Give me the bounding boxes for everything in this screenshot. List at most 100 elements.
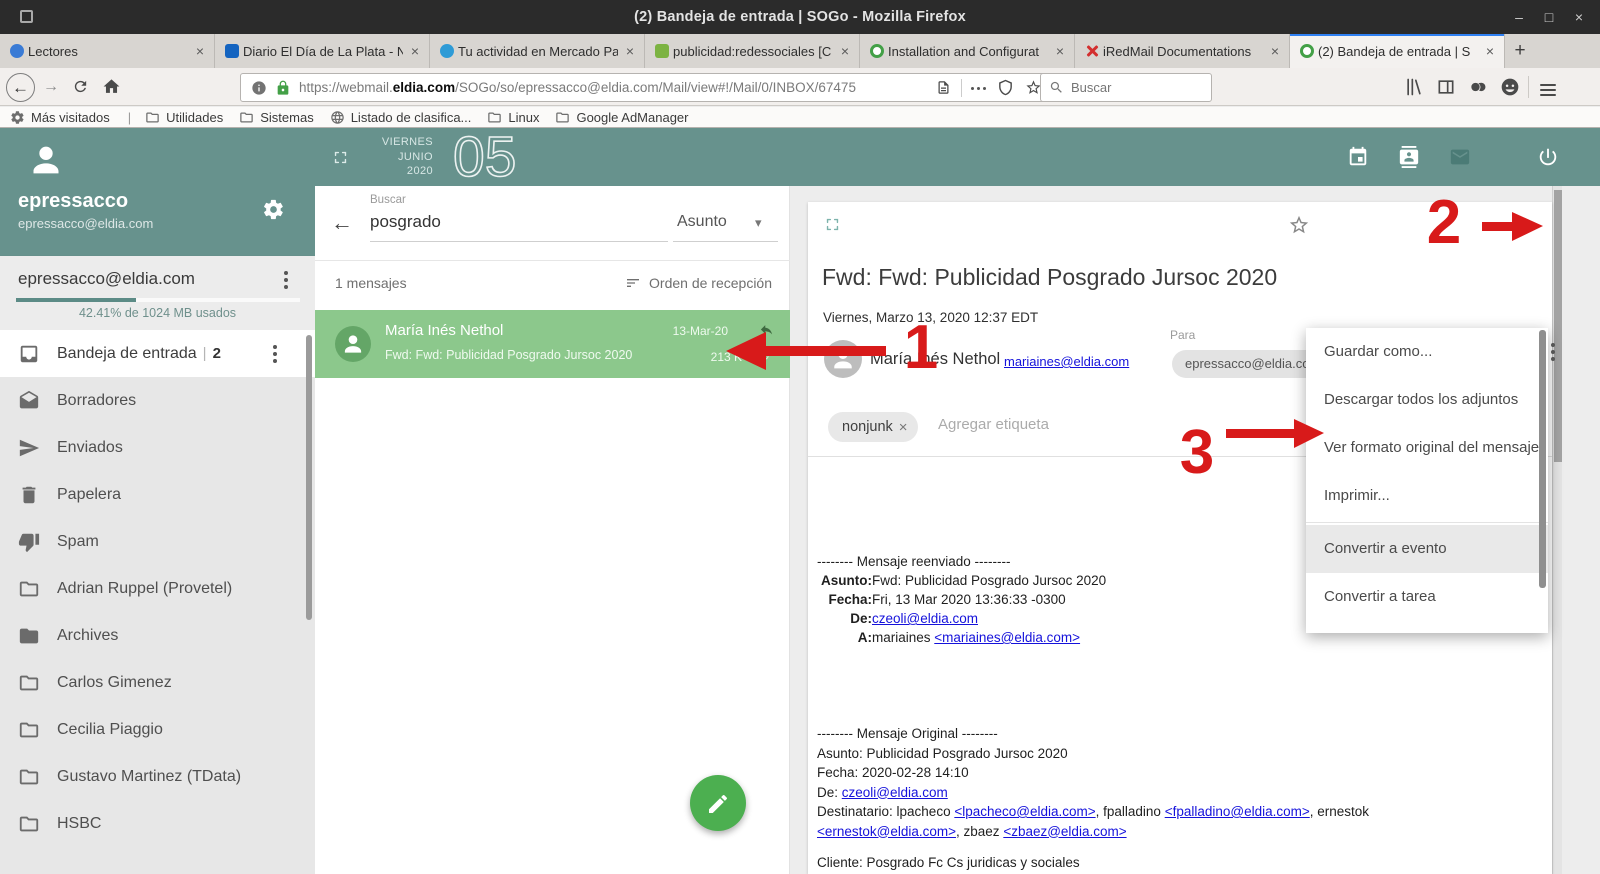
menu-item-descargar[interactable]: Descargar todos los adjuntos — [1306, 376, 1548, 424]
sidebar-item-carlos[interactable]: Carlos Gimenez — [0, 659, 315, 706]
tab-iredmail[interactable]: iRedMail Documentations× — [1075, 34, 1290, 68]
gear-icon — [10, 110, 25, 125]
settings-gear-icon[interactable] — [262, 198, 285, 221]
email-link[interactable]: <ernestok@eldia.com> — [817, 824, 956, 839]
tab-close-icon[interactable]: × — [622, 43, 638, 59]
sidebar-item-gustavo[interactable]: Gustavo Martinez (TData) — [0, 753, 315, 800]
menu-item-guardar[interactable]: Guardar como... — [1306, 328, 1548, 376]
tag-chip[interactable]: nonjunk × — [828, 412, 918, 442]
calendar-icon[interactable] — [1347, 146, 1369, 168]
menu-item-convertir-evento[interactable]: Convertir a evento — [1306, 525, 1548, 573]
user-email: epressacco@eldia.com — [18, 216, 153, 231]
compose-button[interactable] — [690, 775, 746, 831]
folder-icon — [18, 719, 40, 741]
star-icon[interactable] — [1288, 214, 1310, 236]
expand-icon[interactable] — [824, 216, 841, 233]
email-link[interactable]: <mariaines@eldia.com> — [934, 630, 1080, 645]
sidebar-item-archives[interactable]: Archives — [0, 612, 315, 659]
sidebars-icon[interactable] — [1436, 77, 1456, 97]
search-filter-select[interactable]: Asunto — [677, 213, 727, 231]
sidebar-item-inbox[interactable]: Bandeja de entrada | 2 — [0, 330, 315, 377]
new-tab-button[interactable]: + — [1505, 34, 1535, 68]
email-link[interactable]: <zbaez@eldia.com> — [1003, 824, 1126, 839]
sender-avatar-icon — [335, 326, 371, 362]
maximize-button[interactable]: □ — [1534, 0, 1564, 34]
sidebar-item-adrian[interactable]: Adrian Ruppel (Provetel) — [0, 565, 315, 612]
mail-icon[interactable] — [1449, 146, 1471, 168]
sidebar-item-hsbc[interactable]: HSBC — [0, 800, 315, 847]
expand-icon[interactable] — [332, 149, 349, 166]
contacts-icon[interactable] — [1398, 146, 1420, 168]
account-email[interactable]: epressacco@eldia.com — [18, 269, 195, 289]
message-list-item-selected[interactable]: María Inés Nethol Fwd: Fwd: Publicidad P… — [315, 310, 790, 378]
tab-close-icon[interactable]: × — [837, 43, 853, 59]
add-tag-input[interactable] — [938, 416, 1158, 433]
tab-favicon — [1085, 44, 1099, 58]
tab-mercado[interactable]: Tu actividad en Mercado Pa× — [430, 34, 645, 68]
sidebar-scrollbar[interactable] — [306, 335, 312, 620]
url-bar[interactable]: https://webmail.eldia.com/SOGo/so/epress… — [240, 73, 1053, 102]
email-link[interactable]: czeoli@eldia.com — [872, 609, 978, 628]
bookmark-admanager[interactable]: Google AdManager — [555, 110, 688, 125]
tab-publicidad[interactable]: publicidad:redessociales [C× — [645, 34, 860, 68]
tab-lectores[interactable]: Lectores× — [0, 34, 215, 68]
sidebar-item-spam[interactable]: Spam — [0, 518, 315, 565]
minimize-button[interactable]: – — [1504, 0, 1534, 34]
email-link[interactable]: czeoli@eldia.com — [842, 785, 948, 800]
scrollbar-thumb[interactable] — [1554, 190, 1562, 462]
sender-email-link[interactable]: mariaines@eldia.com — [1004, 354, 1129, 369]
reader-mode-icon[interactable] — [936, 80, 951, 95]
sidebar-item-borradores[interactable]: Borradores — [0, 377, 315, 424]
account-menu-icon[interactable] — [284, 278, 288, 282]
sort-control[interactable]: Orden de recepción — [625, 275, 772, 291]
divider — [673, 241, 778, 242]
mail-search-input[interactable] — [370, 212, 666, 232]
tab-close-icon[interactable]: × — [1482, 43, 1498, 59]
library-icon[interactable] — [1404, 77, 1424, 97]
bookmark-listado[interactable]: Listado de clasifica... — [330, 110, 472, 125]
sidebar-item-enviados[interactable]: Enviados — [0, 424, 315, 471]
home-icon[interactable] — [102, 77, 121, 96]
tag-close-icon[interactable]: × — [899, 419, 908, 436]
back-button[interactable]: ← — [6, 73, 35, 102]
back-arrow-icon[interactable]: ← — [331, 210, 353, 236]
pane-scrollbar[interactable] — [1552, 186, 1562, 874]
menu-item-ver-formato[interactable]: Ver formato original del mensaje — [1306, 424, 1548, 472]
menu-scrollbar[interactable] — [1539, 330, 1546, 588]
pocket-icon[interactable] — [997, 79, 1014, 96]
folder-menu-icon[interactable] — [273, 352, 277, 356]
tab-favicon — [655, 44, 669, 58]
accounts-icon[interactable] — [1468, 77, 1488, 97]
menu-item-imprimir[interactable]: Imprimir... — [1306, 472, 1548, 520]
chevron-down-icon[interactable]: ▾ — [755, 215, 762, 231]
message-size: 213 K — [711, 350, 742, 364]
search-input[interactable] — [1071, 75, 1201, 100]
site-info-icon[interactable] — [251, 80, 267, 96]
tab-close-icon[interactable]: × — [1267, 43, 1283, 59]
menu-item-convertir-tarea[interactable]: Convertir a tarea — [1306, 573, 1548, 621]
forward-button[interactable]: → — [43, 78, 59, 96]
browser-search-box[interactable] — [1040, 73, 1212, 102]
menu-hamburger-icon[interactable] — [1540, 80, 1558, 100]
tab-bandeja-active[interactable]: (2) Bandeja de entrada | S× — [1290, 34, 1505, 68]
message-menu-kebab-icon[interactable] — [1551, 350, 1555, 354]
logout-power-icon[interactable] — [1537, 146, 1559, 168]
tab-close-icon[interactable]: × — [407, 43, 423, 59]
bookmark-linux[interactable]: Linux — [487, 110, 539, 125]
sender-name: María Inés Nethol — [870, 350, 1000, 369]
email-link[interactable]: <fpalladino@eldia.com> — [1165, 804, 1310, 819]
tab-diario-eldia[interactable]: Diario El Día de La Plata - N× — [215, 34, 430, 68]
sidebar-item-papelera[interactable]: Papelera — [0, 471, 315, 518]
close-button[interactable]: × — [1564, 0, 1594, 34]
tab-installation[interactable]: Installation and Configurat× — [860, 34, 1075, 68]
reload-icon[interactable] — [72, 78, 89, 95]
profile-avatar-icon[interactable] — [1500, 77, 1520, 97]
bookmark-sistemas[interactable]: Sistemas — [239, 110, 313, 125]
tab-close-icon[interactable]: × — [192, 43, 208, 59]
email-link[interactable]: <lpacheco@eldia.com> — [954, 804, 1095, 819]
bookmark-utilidades[interactable]: Utilidades — [145, 110, 223, 125]
sidebar-item-cecilia[interactable]: Cecilia Piaggio — [0, 706, 315, 753]
page-actions-icon[interactable] — [977, 87, 980, 90]
bookmark-mas-visitados[interactable]: Más visitados — [10, 110, 110, 125]
tab-close-icon[interactable]: × — [1052, 43, 1068, 59]
